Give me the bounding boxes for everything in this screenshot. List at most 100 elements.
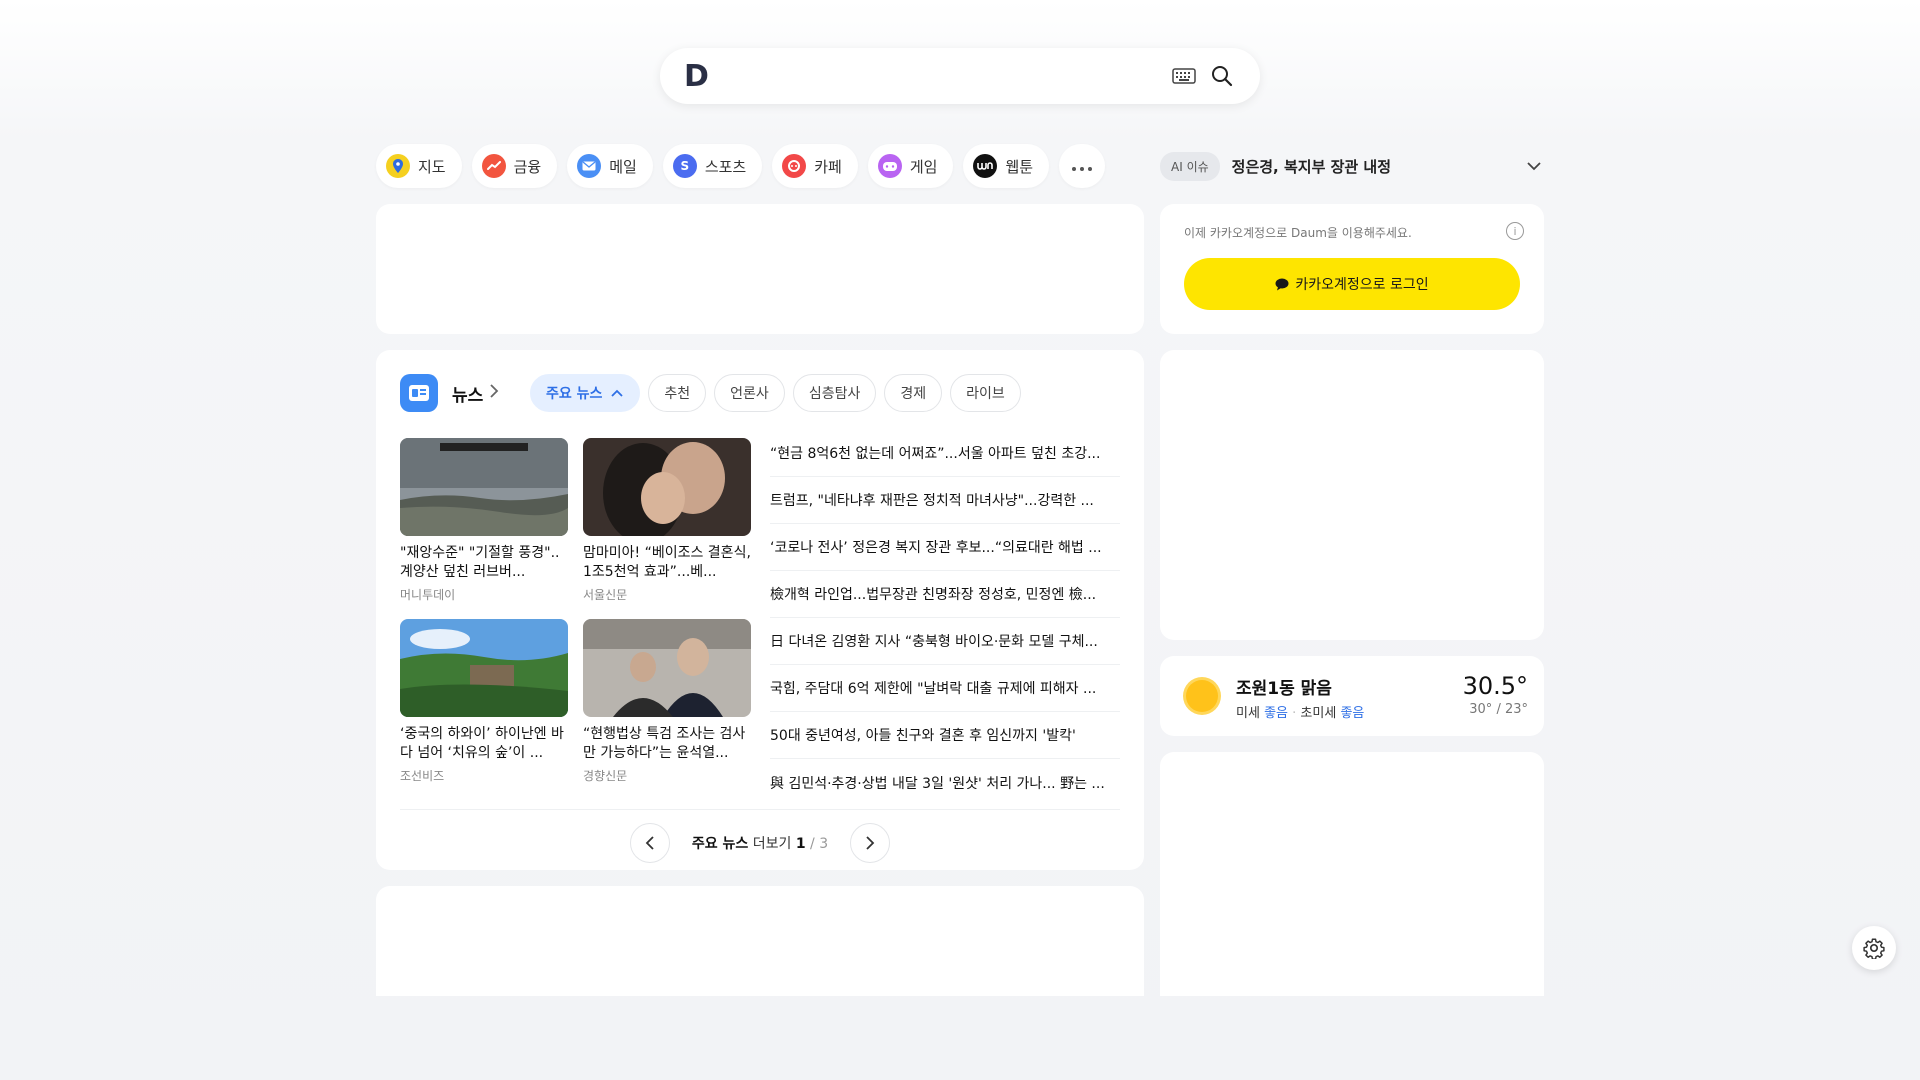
headline-item[interactable]: 檢개혁 라인업...법무장관 친명좌장 정성호, 민정엔 檢...	[770, 571, 1120, 618]
settings-button[interactable]	[1852, 926, 1896, 970]
ultrafine-label: 초미세	[1300, 706, 1337, 721]
headline-item[interactable]: 與 김민석·추경·상법 내달 3일 '원샷' 처리 가나... 野는 ...	[770, 759, 1120, 806]
tab-main-news-label: 주요 뉴스	[546, 386, 603, 402]
info-icon[interactable]: i	[1506, 222, 1524, 240]
chat-bubble-icon	[1275, 278, 1289, 290]
mail-icon	[577, 154, 602, 178]
temperature-range: 30° / 23°	[1469, 702, 1528, 717]
news-thumb-source: 서울신문	[583, 588, 628, 602]
tab-live[interactable]: 라이브	[950, 374, 1021, 412]
headline-item[interactable]: “현금 8억6천 없는데 어쩌죠”...서울 아파트 덮친 초강...	[770, 430, 1120, 477]
tab-economy[interactable]: 경제	[884, 374, 943, 412]
next-page-button[interactable]	[850, 823, 891, 863]
pager-more: 더보기	[752, 836, 792, 852]
headline-text: ‘코로나 전사’ 정은경 복지 장관 후보...“의료대란 해법 ...	[770, 540, 1102, 556]
service-finance-label: 금융	[513, 157, 542, 176]
login-card: 이제 카카오계정으로 Daum을 이용해주세요. i 카카오계정으로 로그인	[1160, 204, 1544, 334]
headline-text: 트럼프, "네타냐후 재판은 정치적 마녀사냥"...강력한 ...	[770, 493, 1094, 509]
search-icon[interactable]	[1208, 62, 1236, 90]
top-banner-card	[376, 204, 1144, 334]
service-cafe[interactable]: 카페	[772, 144, 858, 188]
tab-press[interactable]: 언론사	[714, 374, 785, 412]
weather-card[interactable]: 조원1동 맑음 미세 좋음 · 초미세 좋음 30.5° 30° / 23°	[1160, 656, 1544, 736]
gear-icon	[1863, 938, 1885, 959]
service-map[interactable]: 지도	[376, 144, 462, 188]
map-pin-icon	[386, 154, 410, 178]
kakao-login-button[interactable]: 카카오계정으로 로그인	[1184, 258, 1520, 310]
prev-page-button[interactable]	[629, 823, 670, 863]
news-thumbnail-image[interactable]	[583, 438, 751, 536]
news-thumb-item[interactable]: ‘중국의 하와이’ 하이난엔 바다 넘어 ‘치유의 숲’이 ... 조선비즈	[400, 619, 568, 784]
service-finance[interactable]: 금융	[471, 144, 558, 188]
chevron-left-icon	[645, 836, 654, 850]
news-tabs: 주요 뉴스 추천 언론사 심층탐사 경제 라이브	[530, 374, 1021, 412]
news-thumb-title[interactable]: 맘마미아! “베이조스 결혼식, 1조5천억 효과”...베...	[583, 544, 751, 582]
sports-icon: S	[672, 154, 697, 178]
service-cafe-label: 카페	[814, 157, 842, 176]
news-thumb-item[interactable]: 맘마미아! “베이조스 결혼식, 1조5천억 효과”...베... 서울신문	[583, 438, 751, 603]
news-divider	[400, 809, 1120, 810]
service-mail[interactable]: 메일	[567, 144, 653, 188]
headline-item[interactable]: 日 다녀온 김영환 지사 “충북형 바이오·문화 모델 구체...	[770, 618, 1120, 665]
headline-item[interactable]: ‘코로나 전사’ 정은경 복지 장관 후보...“의료대란 해법 ...	[770, 524, 1120, 571]
search-bar: D	[660, 48, 1260, 104]
service-sports[interactable]: S 스포츠	[662, 144, 763, 188]
news-thumb-source: 조선비즈	[400, 769, 445, 783]
more-services-button[interactable]	[1059, 144, 1106, 188]
headline-list: “현금 8억6천 없는데 어쩌죠”...서울 아파트 덮친 초강... 트럼프,…	[770, 430, 1120, 806]
news-thumb-title[interactable]: ‘중국의 하와이’ 하이난엔 바다 넘어 ‘치유의 숲’이 ...	[400, 725, 568, 763]
chevron-up-icon	[611, 389, 624, 397]
news-thumbnail-image[interactable]	[583, 619, 751, 717]
chevron-down-icon[interactable]	[1524, 156, 1544, 176]
sun-icon	[1186, 680, 1218, 712]
tab-in-depth[interactable]: 심층탐사	[792, 374, 877, 412]
current-temperature: 30.5°	[1462, 672, 1528, 700]
headline-item[interactable]: 트럼프, "네타냐후 재판은 정치적 마녀사냥"...강력한 ...	[770, 477, 1120, 524]
news-card: 뉴스 주요 뉴스 추천 언론사 심층탐사 경제 라이브 "재앙수준" "기절할 …	[376, 350, 1144, 870]
service-game[interactable]: 게임	[867, 144, 954, 188]
headline-item[interactable]: 50대 중년여성, 아들 친구와 결혼 후 임신까지 '발칵'	[770, 712, 1120, 759]
news-title[interactable]: 뉴스	[452, 381, 483, 406]
pager-current: 1	[795, 836, 806, 852]
webtoon-icon	[973, 154, 998, 178]
service-webtoon[interactable]: 웹툰	[963, 144, 1050, 188]
news-thumbnail-image[interactable]	[400, 619, 568, 717]
login-note: 이제 카카오계정으로 Daum을 이용해주세요.	[1184, 226, 1412, 240]
ai-issue-bar[interactable]: AI 이슈 정은경, 복지부 장관 내정	[1160, 150, 1544, 182]
keyboard-icon[interactable]	[1170, 62, 1198, 90]
right-ad-card	[1160, 350, 1544, 640]
fine-dust-label: 미세	[1236, 706, 1260, 721]
cafe-icon	[782, 154, 807, 178]
headline-item[interactable]: 국힘, 주담대 6억 제한에 "날벼락 대출 규제에 피해자 ...	[770, 665, 1120, 712]
chevron-right-icon[interactable]	[489, 383, 499, 403]
daum-logo[interactable]: D	[684, 59, 709, 94]
news-thumb-item[interactable]: “현행법상 특검 조사는 검사만 가능하다”는 윤석열... 경향신문	[583, 619, 751, 784]
search-input[interactable]	[723, 56, 1144, 96]
tab-main-news[interactable]: 주요 뉴스	[530, 374, 641, 412]
bottom-right-card	[1160, 752, 1544, 996]
headline-text: 日 다녀온 김영환 지사 “충북형 바이오·문화 모델 구체...	[770, 634, 1098, 650]
tab-recommend[interactable]: 추천	[648, 374, 707, 412]
ai-issue-badge: AI 이슈	[1160, 151, 1220, 181]
service-map-label: 지도	[418, 157, 446, 176]
headline-text: 與 김민석·추경·상법 내달 3일 '원샷' 처리 가나... 野는 ...	[770, 775, 1105, 792]
service-mail-label: 메일	[609, 157, 637, 176]
news-thumb-title[interactable]: "재앙수준" "기절할 풍경"..계양산 덮친 러브버...	[400, 544, 568, 582]
pager-text[interactable]: 주요 뉴스 더보기 1 / 3	[692, 833, 828, 853]
bottom-left-card	[376, 886, 1144, 996]
air-quality: 미세 좋음 · 초미세 좋음	[1236, 706, 1365, 721]
headline-text: 檢개혁 라인업...법무장관 친명좌장 정성호, 민정엔 檢...	[770, 587, 1097, 603]
chevron-right-icon	[866, 836, 875, 850]
service-webtoon-label: 웹툰	[1005, 157, 1034, 176]
game-icon	[877, 154, 902, 178]
news-thumb-item[interactable]: "재앙수준" "기절할 풍경"..계양산 덮친 러브버... 머니투데이	[400, 438, 568, 603]
pager-sep: /	[810, 836, 815, 852]
news-thumb-source: 머니투데이	[400, 588, 456, 602]
ai-issue-text[interactable]: 정은경, 복지부 장관 내정	[1232, 156, 1524, 177]
headline-text: 국힘, 주담대 6억 제한에 "날벼락 대출 규제에 피해자 ...	[770, 681, 1097, 697]
news-thumb-title[interactable]: “현행법상 특검 조사는 검사만 가능하다”는 윤석열...	[583, 725, 751, 763]
news-header[interactable]: 뉴스	[400, 374, 499, 412]
news-thumb-source: 경향신문	[583, 769, 628, 783]
news-thumbnail-image[interactable]	[400, 438, 568, 536]
pager-label: 주요 뉴스	[691, 836, 749, 852]
